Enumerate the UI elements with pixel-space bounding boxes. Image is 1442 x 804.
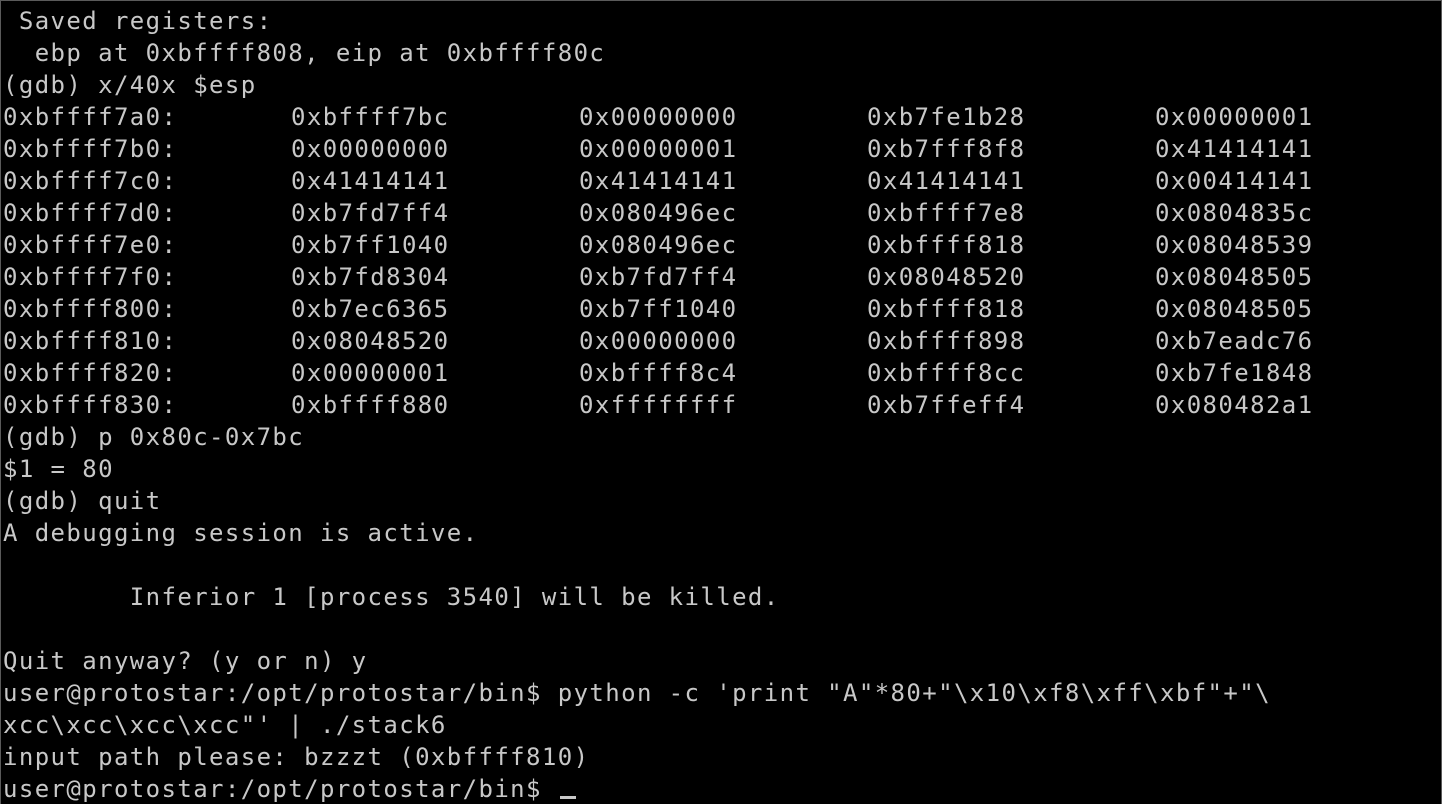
memory-word: 0x00414141 bbox=[1155, 167, 1314, 195]
memory-word: 0xbffff818 bbox=[867, 231, 1026, 259]
terminal-line: A debugging session is active. bbox=[3, 519, 479, 547]
memory-word: 0xbffff7bc bbox=[291, 103, 450, 131]
memory-word: 0x41414141 bbox=[579, 167, 738, 195]
memory-word: 0xb7fe1848 bbox=[1155, 359, 1314, 387]
memory-word: 0x08048520 bbox=[291, 327, 450, 355]
memory-word: 0x00000001 bbox=[579, 135, 738, 163]
memory-word: 0x0804835c bbox=[1155, 199, 1314, 227]
terminal-line: (gdb) quit bbox=[3, 487, 162, 515]
memory-word: 0x41414141 bbox=[867, 167, 1026, 195]
memory-word: 0x080496ec bbox=[579, 199, 738, 227]
memory-dump-row: 0xbffff7c0: 0x41414141 0x41414141 0x4141… bbox=[3, 165, 1441, 197]
memory-address: 0xbffff820: bbox=[3, 359, 178, 387]
terminal-line: user@protostar:/opt/protostar/bin$ pytho… bbox=[3, 679, 1271, 707]
memory-word: 0x00000000 bbox=[579, 103, 738, 131]
memory-word: 0xb7ffeff4 bbox=[867, 391, 1026, 419]
memory-word: 0x08048539 bbox=[1155, 231, 1314, 259]
memory-word: 0xb7ec6365 bbox=[291, 295, 450, 323]
terminal-line: (gdb) p 0x80c-0x7bc bbox=[3, 423, 305, 451]
terminal-line: (gdb) x/40x $esp bbox=[3, 71, 257, 99]
memory-word: 0xb7fd7ff4 bbox=[291, 199, 450, 227]
memory-word: 0x08048520 bbox=[867, 263, 1026, 291]
memory-dump-row: 0xbffff800: 0xb7ec6365 0xb7ff1040 0xbfff… bbox=[3, 293, 1441, 325]
memory-word: 0x00000000 bbox=[579, 327, 738, 355]
memory-word: 0xb7fd8304 bbox=[291, 263, 450, 291]
memory-word: 0xb7ff1040 bbox=[291, 231, 450, 259]
memory-dump-row: 0xbffff820: 0x00000001 0xbffff8c4 0xbfff… bbox=[3, 357, 1441, 389]
command-prompt-line[interactable]: user@protostar:/opt/protostar/bin$ bbox=[3, 773, 576, 804]
memory-word: 0xbffff8cc bbox=[867, 359, 1026, 387]
memory-word: 0x08048505 bbox=[1155, 263, 1314, 291]
memory-word: 0x41414141 bbox=[1155, 135, 1314, 163]
memory-word: 0xbffff898 bbox=[867, 327, 1026, 355]
memory-word: 0x00000000 bbox=[291, 135, 450, 163]
text-cursor bbox=[559, 796, 576, 799]
shell-prompt: user@protostar:/opt/protostar/bin$ bbox=[3, 775, 558, 803]
terminal-window[interactable]: Saved registers: ebp at 0xbffff808, eip … bbox=[0, 0, 1442, 804]
memory-address: 0xbffff830: bbox=[3, 391, 178, 419]
memory-word: 0x41414141 bbox=[291, 167, 450, 195]
terminal-line: Inferior 1 [process 3540] will be killed… bbox=[3, 583, 780, 611]
memory-dump-row: 0xbffff7f0: 0xb7fd8304 0xb7fd7ff4 0x0804… bbox=[3, 261, 1441, 293]
memory-word: 0xbffff818 bbox=[867, 295, 1026, 323]
memory-dump-row: 0xbffff7d0: 0xb7fd7ff4 0x080496ec 0xbfff… bbox=[3, 197, 1441, 229]
terminal-line: input path please: bzzzt (0xbffff810) bbox=[3, 743, 590, 771]
memory-address: 0xbffff7c0: bbox=[3, 167, 178, 195]
memory-address: 0xbffff7d0: bbox=[3, 199, 178, 227]
terminal-line: ebp at 0xbffff808, eip at 0xbffff80c bbox=[3, 39, 606, 67]
memory-address: 0xbffff7b0: bbox=[3, 135, 178, 163]
memory-word: 0x080496ec bbox=[579, 231, 738, 259]
memory-word: 0xbffff7e8 bbox=[867, 199, 1026, 227]
terminal-line: $1 = 80 bbox=[3, 455, 114, 483]
memory-address: 0xbffff7a0: bbox=[3, 103, 178, 131]
memory-word: 0x080482a1 bbox=[1155, 391, 1314, 419]
memory-dump-row: 0xbffff7b0: 0x00000000 0x00000001 0xb7ff… bbox=[3, 133, 1441, 165]
memory-word: 0xffffffff bbox=[579, 391, 738, 419]
memory-address: 0xbffff7e0: bbox=[3, 231, 178, 259]
terminal-line: xcc\xcc\xcc\xcc"' | ./stack6 bbox=[3, 711, 447, 739]
terminal-line: Quit anyway? (y or n) y bbox=[3, 647, 368, 675]
memory-word: 0x00000001 bbox=[1155, 103, 1314, 131]
memory-word: 0xb7eadc76 bbox=[1155, 327, 1314, 355]
memory-word: 0xb7fe1b28 bbox=[867, 103, 1026, 131]
terminal-line: Saved registers: bbox=[3, 7, 273, 35]
memory-word: 0x08048505 bbox=[1155, 295, 1314, 323]
memory-address: 0xbffff800: bbox=[3, 295, 178, 323]
memory-dump-row: 0xbffff7e0: 0xb7ff1040 0x080496ec 0xbfff… bbox=[3, 229, 1441, 261]
memory-word: 0xbffff880 bbox=[291, 391, 450, 419]
memory-dump-row: 0xbffff830: 0xbffff880 0xffffffff 0xb7ff… bbox=[3, 389, 1441, 421]
memory-word: 0xb7fd7ff4 bbox=[579, 263, 738, 291]
memory-address: 0xbffff810: bbox=[3, 327, 178, 355]
memory-word: 0xb7ff1040 bbox=[579, 295, 738, 323]
memory-word: 0xb7fff8f8 bbox=[867, 135, 1026, 163]
memory-address: 0xbffff7f0: bbox=[3, 263, 178, 291]
memory-word: 0xbffff8c4 bbox=[579, 359, 738, 387]
memory-word: 0x00000001 bbox=[291, 359, 450, 387]
memory-dump-row: 0xbffff810: 0x08048520 0x00000000 0xbfff… bbox=[3, 325, 1441, 357]
memory-dump-row: 0xbffff7a0: 0xbffff7bc 0x00000000 0xb7fe… bbox=[3, 101, 1441, 133]
